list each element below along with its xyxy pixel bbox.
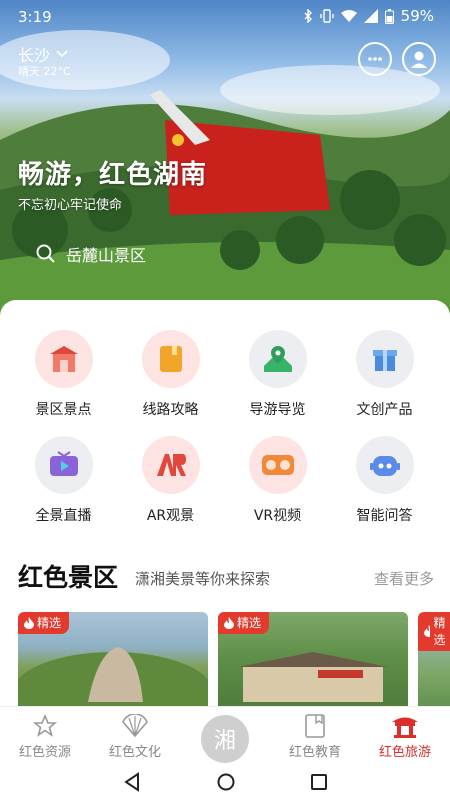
section-subtitle: 潇湘美景等你来探索 <box>135 570 271 588</box>
service-label: 线路攻略 <box>142 402 199 418</box>
see-more-link[interactable]: 查看更多 <box>374 568 434 589</box>
main-content-card: 景区景点 线路攻略 导游导览 文创产品 全景直播 AR观景 VR视频 智能问答 … <box>0 300 450 706</box>
signal-icon <box>363 9 378 23</box>
profile-button[interactable] <box>402 42 436 76</box>
status-icons: 59% <box>303 7 434 25</box>
service-item-creative-products[interactable]: 文创产品 <box>331 330 438 419</box>
service-item-ar-view[interactable]: AR观景 <box>117 436 224 525</box>
wifi-icon <box>340 10 357 22</box>
service-label: 导游导览 <box>249 402 306 418</box>
weather-text: 晴天 22°C <box>18 65 71 78</box>
flame-icon <box>224 616 234 629</box>
pavilion-icon <box>392 717 418 738</box>
gift-icon <box>355 330 414 388</box>
service-label: AR观景 <box>146 508 195 524</box>
search-text: 岳麓山景区 <box>66 246 147 265</box>
vibrate-icon <box>319 9 334 23</box>
message-button[interactable] <box>358 42 392 76</box>
featured-badge: 精选 <box>218 612 270 634</box>
user-icon <box>411 51 427 68</box>
center-logo: 湘 <box>213 729 236 754</box>
chat-bubble-icon <box>368 57 382 61</box>
tab-red-tourism[interactable]: 红色旅游 <box>360 713 450 760</box>
tab-red-education[interactable]: 红色教育 <box>270 713 360 760</box>
search-bar[interactable]: 岳麓山景区 <box>36 242 146 266</box>
service-label: 全景直播 <box>35 508 92 524</box>
featured-badge: 精选 <box>18 612 70 634</box>
service-item-live-panorama[interactable]: 全景直播 <box>10 436 117 525</box>
book-icon <box>141 330 200 388</box>
fan-icon <box>122 714 148 738</box>
hero-subtitle: 不忘初心牢记使命 <box>18 198 123 213</box>
home-icon[interactable] <box>216 772 236 792</box>
service-label: 文创产品 <box>356 402 413 418</box>
map-pin-icon <box>248 330 307 388</box>
service-item-smart-qa[interactable]: 智能问答 <box>331 436 438 525</box>
star-icon <box>33 714 57 737</box>
ar-icon <box>141 436 200 494</box>
flame-icon <box>24 616 34 629</box>
service-item-tour-guide[interactable]: 导游导览 <box>224 330 331 419</box>
scenic-card[interactable]: 精选 <box>218 612 408 706</box>
tv-icon <box>34 436 93 494</box>
robot-icon <box>355 436 414 494</box>
bottom-tab-bar: 红色资源 红色文化 湘 红色教育 红色旅游 <box>0 706 450 765</box>
featured-badge: 精选 <box>418 612 450 651</box>
system-nav-bar <box>0 764 450 800</box>
flame-icon <box>424 625 431 637</box>
scenic-card[interactable]: 精选 <box>18 612 208 706</box>
status-bar: 3:19 59% <box>0 0 450 34</box>
section-title: 红色景区 <box>18 563 119 592</box>
back-icon[interactable] <box>123 772 141 792</box>
service-label: VR视频 <box>253 508 302 524</box>
recents-icon[interactable] <box>310 772 328 792</box>
book-icon <box>305 714 325 738</box>
center-home-button[interactable]: 湘 <box>201 715 249 763</box>
service-label: 智能问答 <box>356 508 413 524</box>
hero-title: 畅游，红色湖南 <box>18 160 208 190</box>
bluetooth-icon <box>304 9 312 23</box>
battery-percent: 59% <box>400 7 434 25</box>
chevron-down-icon <box>56 50 68 58</box>
hero-banner: 3:19 59% 长沙 晴天 22°C 畅游，红色湖南 不忘初心牢记使命 岳麓山… <box>0 0 450 330</box>
service-item-scenic-spots[interactable]: 景区景点 <box>10 330 117 419</box>
scenic-card[interactable]: 精选 <box>418 612 450 706</box>
battery-icon <box>384 8 394 24</box>
service-item-route-guide[interactable]: 线路攻略 <box>117 330 224 419</box>
service-label: 景区景点 <box>35 402 92 418</box>
search-icon <box>36 244 55 263</box>
service-item-vr-video[interactable]: VR视频 <box>224 436 331 525</box>
vr-icon <box>248 436 307 494</box>
status-time: 3:19 <box>18 8 52 26</box>
tab-red-culture[interactable]: 红色文化 <box>90 713 180 760</box>
gate-icon <box>34 330 93 388</box>
tab-red-resources[interactable]: 红色资源 <box>0 713 90 760</box>
